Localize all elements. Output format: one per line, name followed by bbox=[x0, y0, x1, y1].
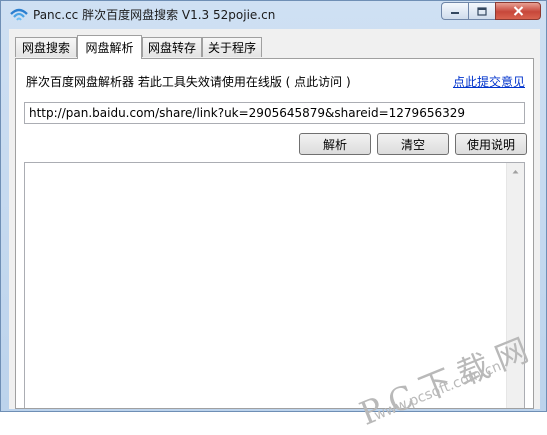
app-window: Panc.cc 胖次百度网盘搜索 V1.3 52pojie.cn 网盘搜索 网盘… bbox=[0, 0, 547, 412]
minimize-button[interactable] bbox=[441, 2, 468, 20]
maximize-button[interactable] bbox=[468, 2, 495, 20]
panc-logo-icon bbox=[10, 8, 28, 21]
scroll-up-arrow-icon bbox=[512, 170, 519, 174]
parse-button[interactable]: 解析 bbox=[299, 133, 371, 155]
tab-transfer[interactable]: 网盘转存 bbox=[142, 37, 202, 57]
result-output-area[interactable] bbox=[24, 162, 525, 408]
clear-button[interactable]: 清空 bbox=[377, 133, 449, 155]
caption-buttons bbox=[441, 2, 541, 20]
tab-parse[interactable]: 网盘解析 bbox=[77, 35, 142, 59]
help-button[interactable]: 使用说明 bbox=[455, 133, 527, 155]
close-button[interactable] bbox=[495, 2, 541, 20]
tab-search[interactable]: 网盘搜索 bbox=[15, 37, 77, 57]
window-title: Panc.cc 胖次百度网盘搜索 V1.3 52pojie.cn bbox=[33, 8, 276, 22]
tab-panel-parse: 胖次百度网盘解析器 若此工具失效请使用在线版 ( 点此访问 ) 点此提交意见 h… bbox=[15, 58, 534, 409]
minimize-icon bbox=[451, 12, 459, 14]
tab-about[interactable]: 关于程序 bbox=[202, 37, 262, 57]
close-icon bbox=[513, 6, 523, 16]
client-area: 网盘搜索 网盘解析 网盘转存 关于程序 胖次百度网盘解析器 若此工具失效请使用在… bbox=[9, 29, 540, 409]
vertical-scrollbar[interactable] bbox=[506, 163, 524, 408]
info-label: 胖次百度网盘解析器 若此工具失效请使用在线版 ( 点此访问 ) bbox=[26, 75, 351, 89]
scroll-up-button[interactable] bbox=[507, 163, 524, 180]
share-url-input[interactable]: http://pan.baidu.com/share/link?uk=29056… bbox=[24, 102, 525, 124]
maximize-icon bbox=[477, 6, 487, 16]
title-bar[interactable]: Panc.cc 胖次百度网盘搜索 V1.3 52pojie.cn bbox=[1, 1, 546, 27]
feedback-link[interactable]: 点此提交意见 bbox=[453, 73, 525, 90]
